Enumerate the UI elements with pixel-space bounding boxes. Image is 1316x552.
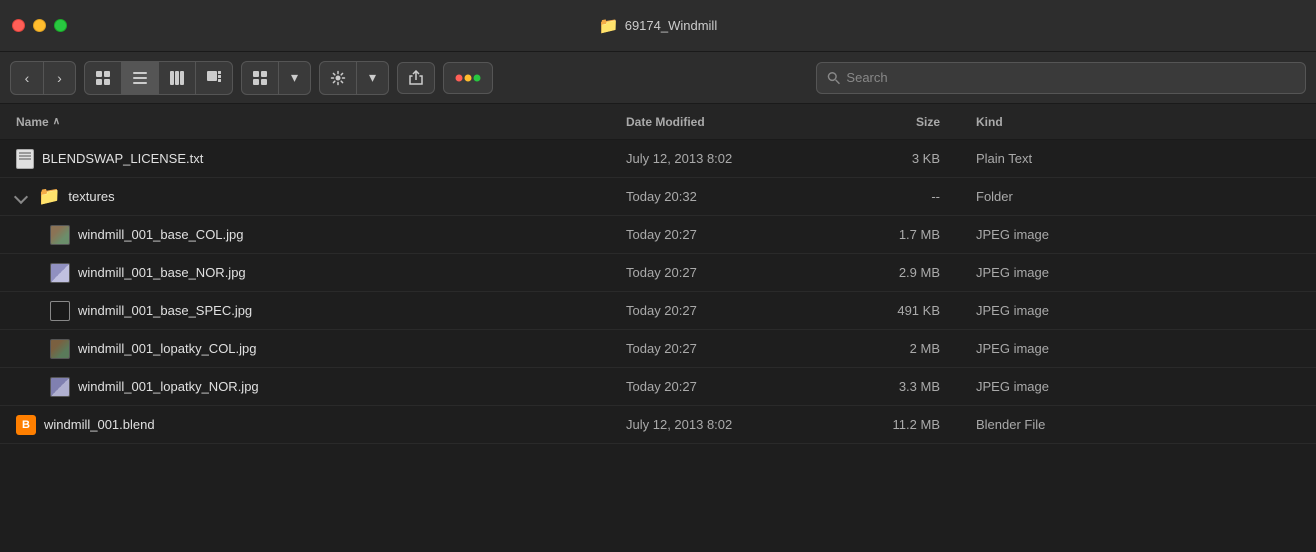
gear-dropdown-button[interactable]: ▾ — [356, 62, 388, 94]
file-name-cell: windmill_001_base_COL.jpg — [0, 225, 610, 245]
search-icon — [827, 71, 840, 85]
window-title-area: 📁 69174_Windmill — [599, 16, 717, 36]
file-list: BLENDSWAP_LICENSE.txt July 12, 2013 8:02… — [0, 140, 1316, 552]
file-name: windmill_001_base_SPEC.jpg — [78, 303, 252, 318]
file-name-cell: windmill_001_base_SPEC.jpg — [0, 301, 610, 321]
maximize-button[interactable] — [54, 19, 67, 32]
sort-arrow-icon: ∧ — [53, 116, 60, 127]
col-header-date[interactable]: Date Modified — [610, 104, 830, 139]
file-size: 3 KB — [830, 151, 960, 166]
traffic-lights — [12, 19, 67, 32]
col-header-name[interactable]: Name ∧ — [0, 104, 610, 139]
file-date: Today 20:27 — [610, 379, 830, 394]
file-kind: JPEG image — [960, 227, 1316, 242]
group-dropdown-button[interactable]: ▾ — [278, 62, 310, 94]
file-name-cell: BLENDSWAP_LICENSE.txt — [0, 149, 610, 169]
table-row[interactable]: B windmill_001.blend July 12, 2013 8:02 … — [0, 406, 1316, 444]
nav-buttons: ‹ › — [10, 61, 76, 95]
table-row[interactable]: windmill_001_base_COL.jpg Today 20:27 1.… — [0, 216, 1316, 254]
toolbar: ‹ › — [0, 52, 1316, 104]
search-input[interactable] — [846, 70, 1295, 85]
file-date: July 12, 2013 8:02 — [610, 151, 830, 166]
jpeg-thumbnail-icon — [50, 301, 70, 321]
file-kind: JPEG image — [960, 303, 1316, 318]
file-size: 2 MB — [830, 341, 960, 356]
file-kind: Plain Text — [960, 151, 1316, 166]
group-sort-buttons: ▾ — [241, 61, 311, 95]
file-date: Today 20:27 — [610, 303, 830, 318]
file-size: 1.7 MB — [830, 227, 960, 242]
folder-icon: 📁 — [599, 16, 619, 36]
view-list-button[interactable] — [121, 62, 158, 94]
view-cover-button[interactable] — [195, 62, 232, 94]
view-group-button[interactable] — [242, 62, 278, 94]
table-row[interactable]: windmill_001_base_SPEC.jpg Today 20:27 4… — [0, 292, 1316, 330]
share-button[interactable] — [397, 62, 435, 94]
file-kind: Folder — [960, 189, 1316, 204]
file-name: windmill_001_lopatky_NOR.jpg — [78, 379, 259, 394]
action-buttons: ▾ — [319, 61, 389, 95]
file-name: textures — [68, 189, 114, 204]
file-date: Today 20:27 — [610, 265, 830, 280]
file-kind: JPEG image — [960, 379, 1316, 394]
file-name-cell: windmill_001_base_NOR.jpg — [0, 263, 610, 283]
titlebar: 📁 69174_Windmill — [0, 0, 1316, 52]
view-column-button[interactable] — [158, 62, 195, 94]
col-header-kind[interactable]: Kind — [960, 104, 1316, 139]
file-date: Today 20:27 — [610, 341, 830, 356]
jpeg-thumbnail-icon — [50, 225, 70, 245]
tag-button[interactable] — [443, 62, 493, 94]
table-row[interactable]: windmill_001_lopatky_NOR.jpg Today 20:27… — [0, 368, 1316, 406]
file-date: Today 20:32 — [610, 189, 830, 204]
chevron-down-icon — [14, 189, 28, 203]
table-row[interactable]: 📁 textures Today 20:32 -- Folder — [0, 178, 1316, 216]
file-kind: JPEG image — [960, 265, 1316, 280]
file-kind: JPEG image — [960, 341, 1316, 356]
blend-file-icon: B — [16, 415, 36, 435]
file-size: 11.2 MB — [830, 417, 960, 432]
file-size: 3.3 MB — [830, 379, 960, 394]
main-content: Name ∧ Date Modified Size Kind BLENDSWAP… — [0, 104, 1316, 552]
file-name: windmill_001_base_COL.jpg — [78, 227, 244, 242]
forward-button[interactable]: › — [43, 62, 75, 94]
view-mode-buttons — [84, 61, 233, 95]
folder-icon: 📁 — [38, 186, 60, 207]
txt-file-icon — [16, 149, 34, 169]
file-name: windmill_001.blend — [44, 417, 155, 432]
window-title: 69174_Windmill — [625, 18, 718, 33]
file-date: Today 20:27 — [610, 227, 830, 242]
jpeg-thumbnail-icon — [50, 339, 70, 359]
search-bar[interactable] — [816, 62, 1306, 94]
file-date: July 12, 2013 8:02 — [610, 417, 830, 432]
file-name: BLENDSWAP_LICENSE.txt — [42, 151, 203, 166]
table-row[interactable]: windmill_001_base_NOR.jpg Today 20:27 2.… — [0, 254, 1316, 292]
gear-button[interactable] — [320, 62, 356, 94]
file-name-cell: 📁 textures — [0, 186, 610, 207]
minimize-button[interactable] — [33, 19, 46, 32]
file-name-cell: B windmill_001.blend — [0, 415, 610, 435]
back-button[interactable]: ‹ — [11, 62, 43, 94]
file-size: -- — [830, 189, 960, 204]
table-row[interactable]: windmill_001_lopatky_COL.jpg Today 20:27… — [0, 330, 1316, 368]
file-size: 491 KB — [830, 303, 960, 318]
file-size: 2.9 MB — [830, 265, 960, 280]
close-button[interactable] — [12, 19, 25, 32]
view-icon-button[interactable] — [85, 62, 121, 94]
file-kind: Blender File — [960, 417, 1316, 432]
file-name: windmill_001_base_NOR.jpg — [78, 265, 246, 280]
jpeg-thumbnail-icon — [50, 377, 70, 397]
file-name-cell: windmill_001_lopatky_COL.jpg — [0, 339, 610, 359]
col-header-size[interactable]: Size — [830, 104, 960, 139]
file-name: windmill_001_lopatky_COL.jpg — [78, 341, 257, 356]
file-name-cell: windmill_001_lopatky_NOR.jpg — [0, 377, 610, 397]
column-headers: Name ∧ Date Modified Size Kind — [0, 104, 1316, 140]
table-row[interactable]: BLENDSWAP_LICENSE.txt July 12, 2013 8:02… — [0, 140, 1316, 178]
jpeg-thumbnail-icon — [50, 263, 70, 283]
